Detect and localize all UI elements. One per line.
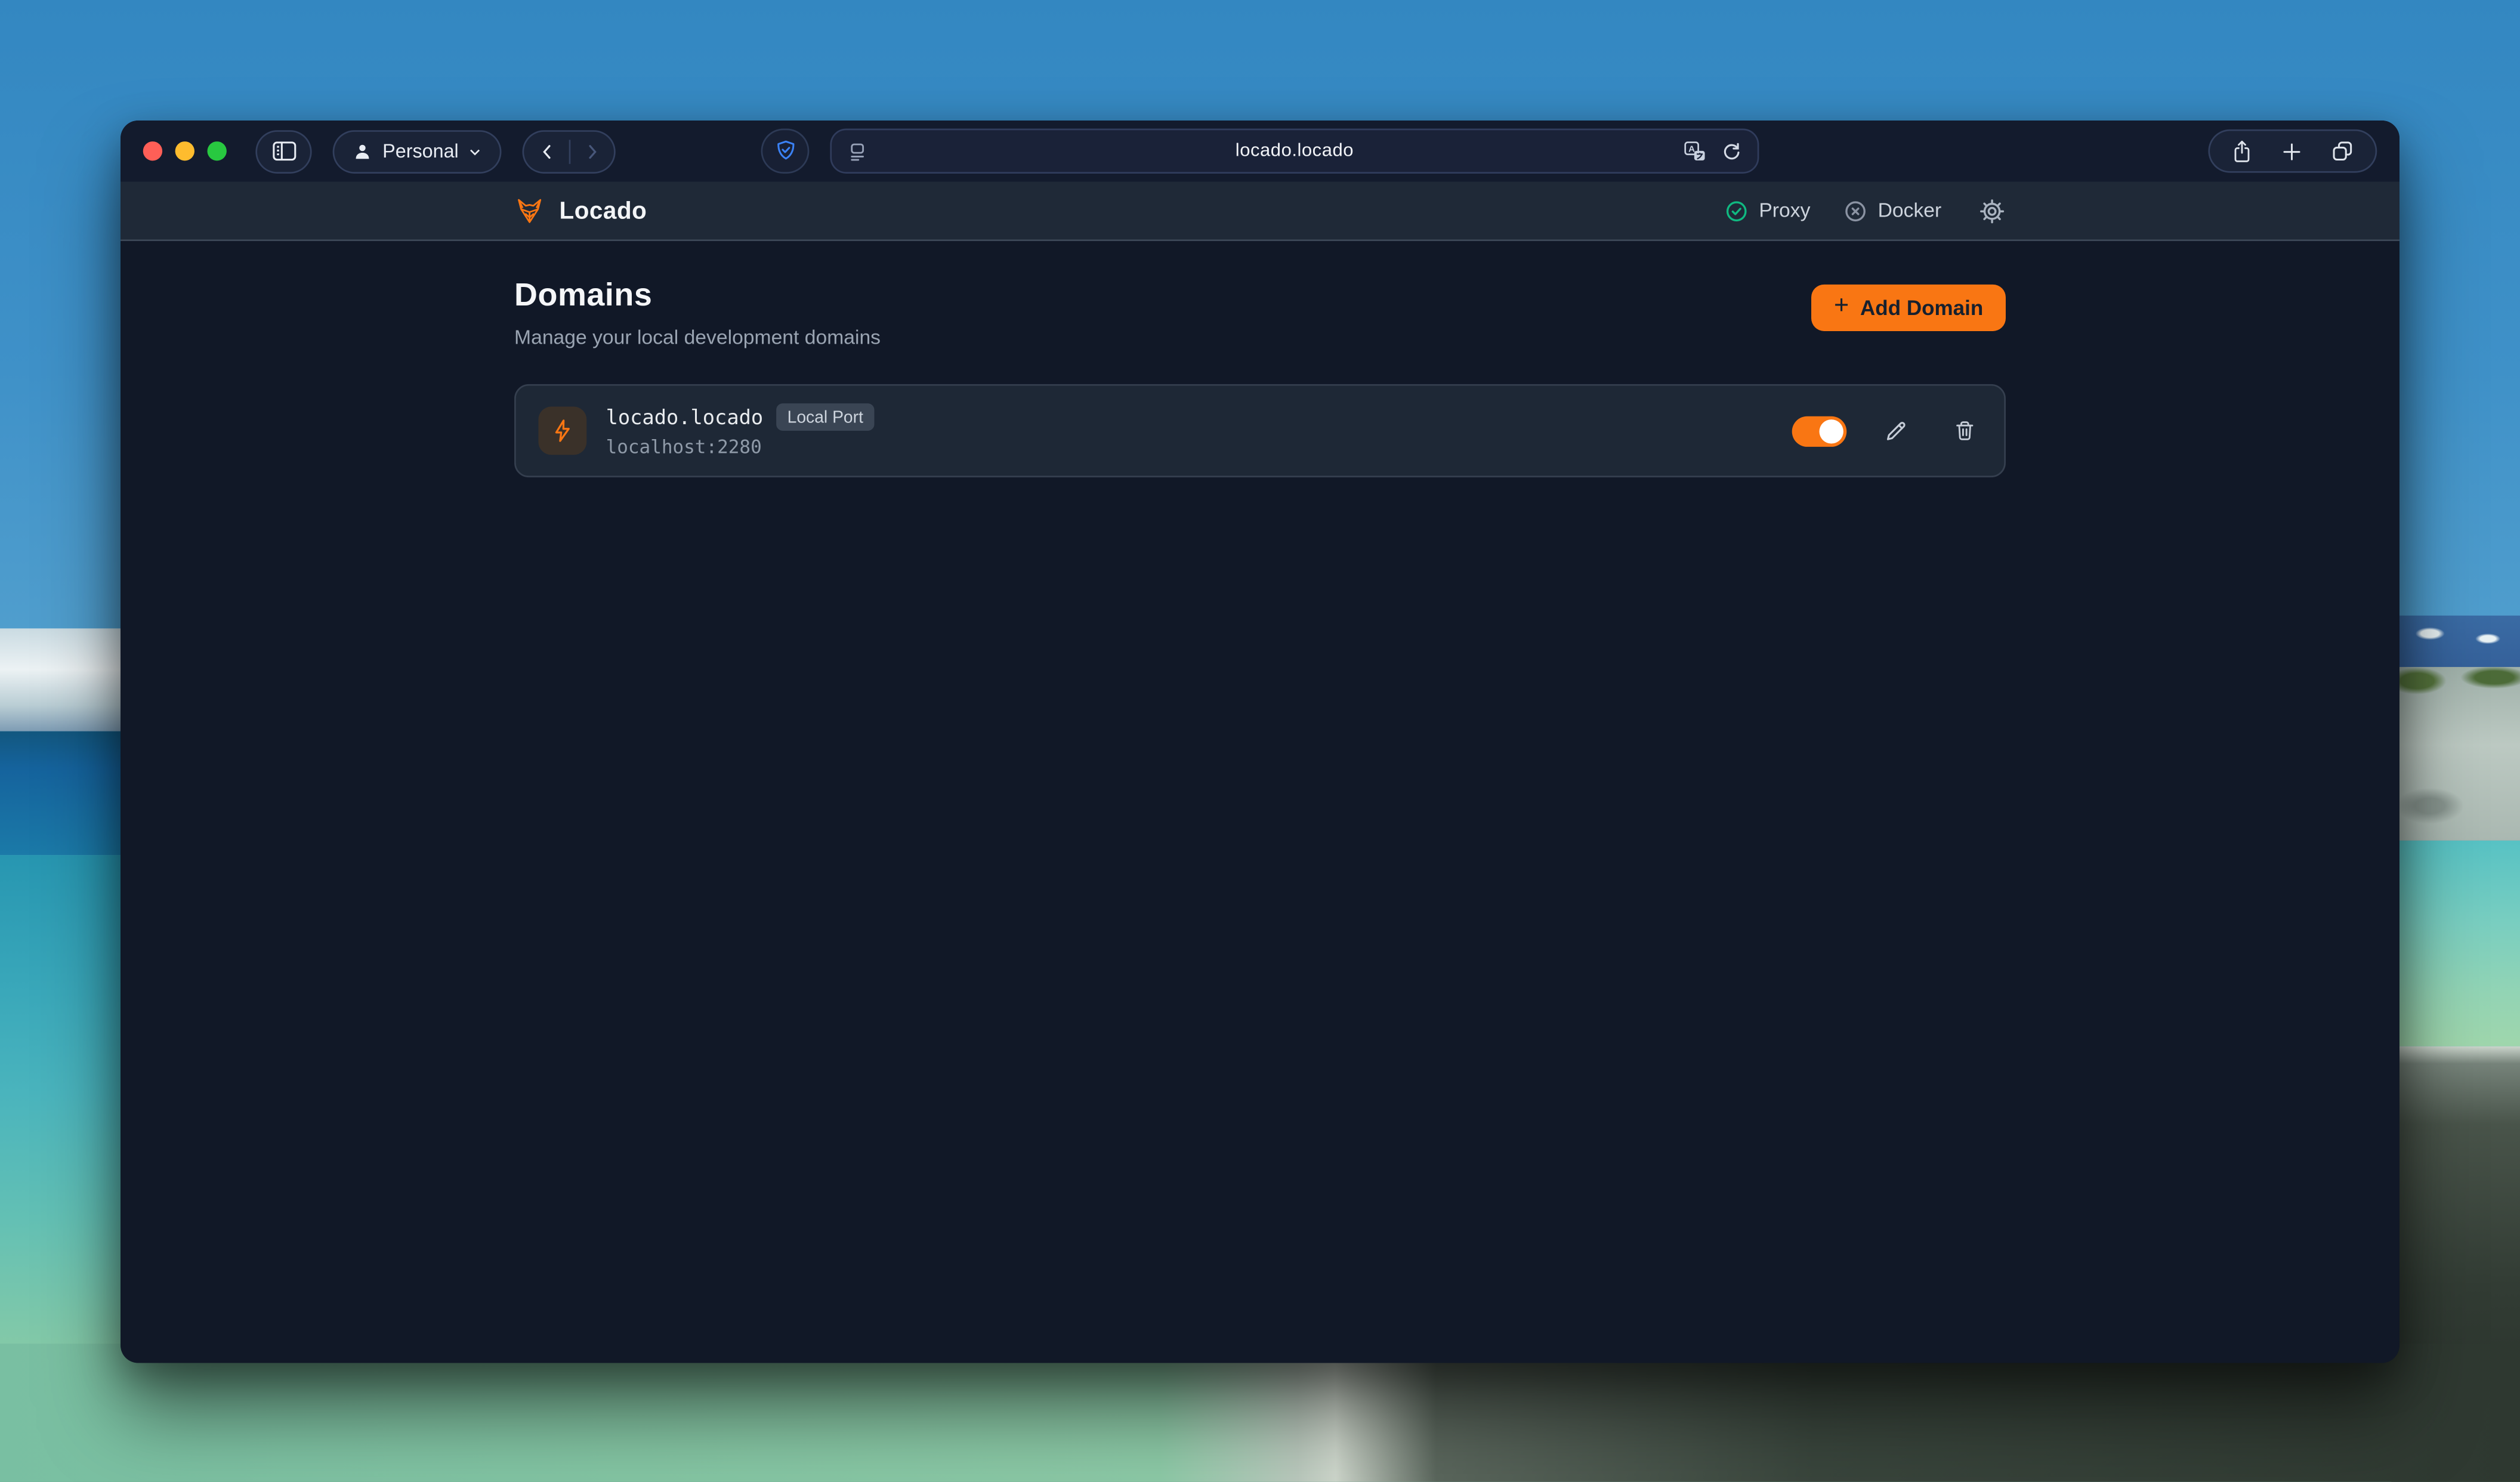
chevron-right-icon	[583, 141, 601, 162]
url-text: locado.locado	[832, 141, 1758, 160]
translate-icon[interactable]: A	[1682, 139, 1707, 163]
share-icon[interactable]	[2231, 138, 2253, 164]
toggle-knob	[1819, 419, 1843, 443]
status-docker-label: Docker	[1878, 199, 1942, 222]
tab-overview-icon[interactable]	[2330, 139, 2354, 163]
edit-domain-button[interactable]	[1879, 413, 1914, 448]
window-controls	[143, 141, 227, 160]
wallpaper-shallow-water	[2392, 841, 2520, 1046]
reload-icon[interactable]	[1721, 139, 1743, 163]
fox-logo-icon	[514, 195, 545, 226]
browser-toolbar: Personal	[121, 121, 2399, 181]
wallpaper-shore-and-boulder	[0, 1344, 2520, 1482]
pencil-icon	[1883, 418, 1909, 443]
plus-icon: +	[1834, 294, 1849, 320]
check-circle-icon	[1725, 199, 1749, 223]
wallpaper-granite-boulders	[2392, 667, 2520, 841]
add-domain-button[interactable]: + Add Domain	[1811, 285, 2006, 331]
profile-label: Personal	[382, 140, 459, 162]
toolbar-right-group	[2208, 129, 2377, 173]
minimize-window-button[interactable]	[175, 141, 194, 160]
domain-type-badge: Local Port	[776, 403, 875, 431]
address-bar[interactable]: locado.locado A	[830, 129, 1759, 174]
svg-text:A: A	[1688, 143, 1695, 153]
lightning-bolt-icon	[549, 418, 575, 443]
status-proxy: Proxy	[1725, 199, 1811, 223]
settings-button[interactable]	[1978, 197, 2006, 224]
profile-menu-button[interactable]: Personal	[333, 129, 502, 173]
trash-icon	[1952, 418, 1976, 443]
page-title: Domains	[514, 278, 881, 315]
back-button[interactable]	[524, 131, 569, 171]
person-icon	[352, 141, 373, 162]
add-domain-label: Add Domain	[1860, 296, 1983, 320]
status-docker: Docker	[1844, 199, 1941, 223]
x-circle-icon	[1844, 199, 1868, 223]
chevron-left-icon	[538, 141, 555, 162]
zoom-window-button[interactable]	[208, 141, 227, 160]
domain-name: locado.locado	[606, 405, 764, 429]
status-bar: Proxy Docker	[1725, 197, 2006, 224]
status-proxy-label: Proxy	[1759, 199, 1810, 222]
brand-name: Locado	[559, 197, 647, 224]
sidebar-toggle-icon	[271, 140, 297, 162]
delete-domain-button[interactable]	[1946, 413, 1981, 448]
address-area: locado.locado A	[761, 129, 1759, 174]
domain-enabled-toggle[interactable]	[1792, 415, 1847, 446]
main-content: Domains Manage your local development do…	[121, 241, 2399, 1363]
close-window-button[interactable]	[143, 141, 162, 160]
sidebar-toggle-button[interactable]	[255, 129, 311, 173]
domain-row: locado.locado Local Port localhost:2280	[514, 384, 2006, 477]
domain-icon-tile	[538, 407, 586, 455]
safari-window: Personal	[121, 121, 2399, 1363]
new-tab-plus-icon[interactable]	[2281, 140, 2303, 162]
app-header: Locado Proxy	[121, 181, 2399, 241]
history-nav	[523, 129, 616, 173]
chevron-down-icon	[468, 144, 483, 158]
privacy-report-button[interactable]	[761, 129, 810, 174]
wallpaper-distant-mountains	[2392, 616, 2520, 667]
gear-icon	[1978, 197, 2006, 224]
shield-check-icon	[773, 138, 797, 164]
brand[interactable]: Locado	[514, 195, 647, 226]
domain-target: localhost:2280	[606, 436, 875, 458]
page-subtitle: Manage your local development domains	[514, 326, 881, 349]
page-head: Domains Manage your local development do…	[514, 278, 2006, 349]
forward-button[interactable]	[570, 131, 614, 171]
